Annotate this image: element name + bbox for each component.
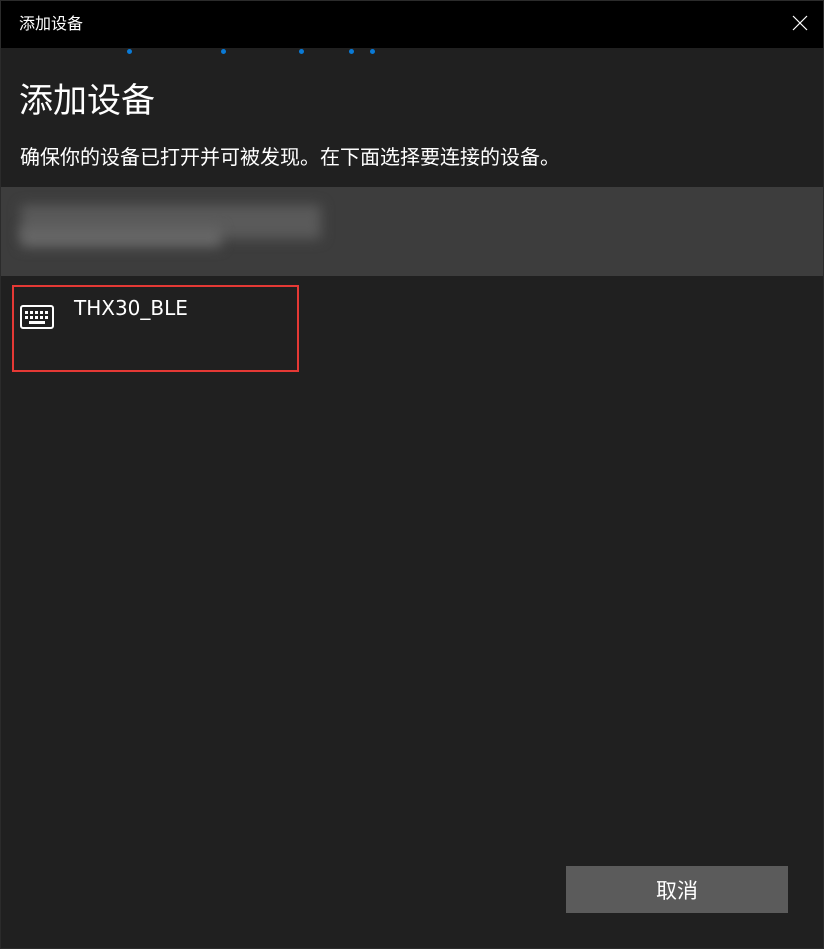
progress-dot bbox=[349, 49, 354, 54]
searching-progress-indicator bbox=[1, 48, 823, 56]
device-item-redacted[interactable] bbox=[1, 187, 823, 276]
redacted-text bbox=[21, 227, 221, 247]
page-title: 添加设备 bbox=[19, 81, 155, 121]
progress-dot bbox=[127, 49, 132, 54]
window-title: 添加设备 bbox=[19, 14, 84, 33]
close-button[interactable] bbox=[777, 1, 823, 48]
keyboard-icon bbox=[20, 305, 54, 329]
device-list: THX30_BLE bbox=[1, 187, 823, 329]
device-item-thx30-ble[interactable]: THX30_BLE bbox=[1, 283, 823, 369]
progress-dot bbox=[221, 49, 226, 54]
title-bar: 添加设备 bbox=[1, 1, 823, 48]
progress-dot bbox=[299, 49, 304, 54]
cancel-button[interactable]: 取消 bbox=[566, 866, 788, 913]
instructions-text: 确保你的设备已打开并可被发现。在下面选择要连接的设备。 bbox=[20, 145, 560, 169]
close-icon bbox=[792, 15, 808, 35]
add-device-dialog: 添加设备 添加设备 确保你的设备已打开并可被发现。在下面选择要连接的设备。 TH… bbox=[0, 0, 824, 949]
progress-dot bbox=[370, 49, 375, 54]
device-name: THX30_BLE bbox=[74, 296, 188, 320]
